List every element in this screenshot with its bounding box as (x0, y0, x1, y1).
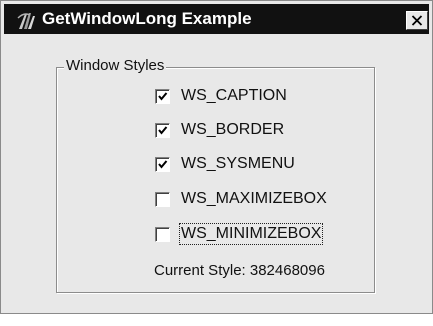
app-logo-icon[interactable] (16, 10, 36, 30)
checkbox-label: WS_BORDER (181, 121, 285, 138)
checkmark-icon (158, 159, 168, 169)
window-title: GetWindowLong Example (42, 9, 252, 28)
checkbox-label: WS_MAXIMIZEBOX (181, 190, 327, 207)
title-bar[interactable]: GetWindowLong Example (4, 4, 429, 34)
checkbox-label: WS_SYSMENU (181, 155, 295, 172)
checkbox-box[interactable] (155, 122, 170, 138)
checkbox-ws-minimizebox[interactable]: WS_MINIMIZEBOX (155, 223, 324, 245)
checkbox-label: WS_CAPTION (181, 87, 287, 104)
checkbox-box[interactable] (155, 191, 170, 207)
current-style-text: Current Style: 382468096 (154, 262, 325, 279)
checkmark-icon (158, 125, 168, 135)
close-button[interactable] (406, 11, 428, 30)
checkbox-ws-border[interactable]: WS_BORDER (155, 120, 285, 140)
app-window: GetWindowLong Example Window Styles WS_C… (0, 0, 433, 314)
close-icon (411, 15, 423, 26)
checkbox-box[interactable] (155, 226, 170, 242)
checkbox-box[interactable] (155, 88, 170, 104)
groupbox-label: Window Styles (64, 57, 167, 75)
checkbox-ws-maximizebox[interactable]: WS_MAXIMIZEBOX (155, 189, 328, 209)
checkbox-box[interactable] (155, 156, 170, 172)
checkbox-ws-sysmenu[interactable]: WS_SYSMENU (155, 154, 296, 174)
checkbox-ws-caption[interactable]: WS_CAPTION (155, 86, 288, 106)
checkmark-icon (158, 91, 168, 101)
checkbox-label: WS_MINIMIZEBOX (178, 223, 324, 245)
